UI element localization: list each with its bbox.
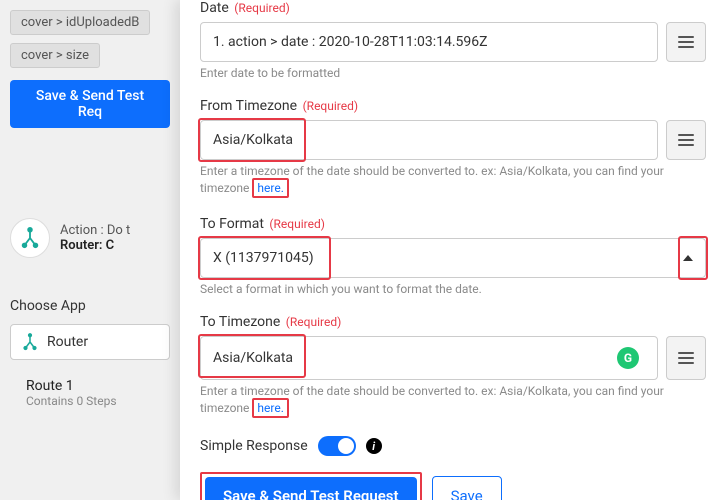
bg-action-text: Action : Do t Router: C <box>60 223 130 253</box>
from-tz-label-text: From Timezone <box>200 98 297 114</box>
simple-response-toggle[interactable] <box>318 436 356 456</box>
required-marker: (Required) <box>269 217 324 231</box>
save-send-test-button[interactable]: Save & Send Test Request <box>205 477 417 500</box>
route-item[interactable]: Route 1 Contains 0 Steps <box>10 378 170 408</box>
field-date: Date (Required) 1. action > date : 2020-… <box>200 0 706 80</box>
to-tz-help: Enter a timezone of the date should be c… <box>200 384 706 418</box>
from-tz-value: Asia/Kolkata <box>213 132 293 148</box>
router-icon <box>21 333 39 351</box>
config-panel: Date (Required) 1. action > date : 2020-… <box>180 0 726 500</box>
save-button[interactable]: Save <box>432 476 502 500</box>
required-marker: (Required) <box>286 315 341 329</box>
to-format-label-text: To Format <box>200 216 264 232</box>
date-menu-button[interactable] <box>666 22 706 62</box>
from-tz-label: From Timezone (Required) <box>200 98 706 114</box>
background-panel: cover > idUploadedB cover > size Save & … <box>0 0 180 500</box>
to-tz-label-text: To Timezone <box>200 314 280 330</box>
button-row: Save & Send Test Request Save <box>200 472 706 500</box>
route-sub: Contains 0 Steps <box>26 394 170 408</box>
date-label-text: Date <box>200 0 229 16</box>
from-tz-menu-button[interactable] <box>666 120 706 160</box>
date-value: 1. action > date : 2020-10-28T11:03:14.5… <box>213 34 488 50</box>
to-tz-value: Asia/Kolkata <box>213 350 293 366</box>
to-format-help: Select a format in which you want to for… <box>200 282 706 296</box>
from-tz-input[interactable]: Asia/Kolkata <box>200 120 658 160</box>
caret-up-icon <box>683 255 693 261</box>
required-marker: (Required) <box>234 1 289 15</box>
menu-icon <box>678 134 694 146</box>
required-marker: (Required) <box>303 99 358 113</box>
to-format-select[interactable]: X (1137971045) <box>200 238 706 278</box>
route-title: Route 1 <box>26 378 170 394</box>
to-format-label: To Format (Required) <box>200 216 706 232</box>
here-link-text: here. <box>252 398 288 418</box>
to-format-value: X (1137971045) <box>213 250 314 266</box>
info-icon[interactable]: i <box>366 438 382 454</box>
bg-action-title: Router: C <box>60 238 114 253</box>
field-to-timezone: To Timezone (Required) Asia/Kolkata G En… <box>200 314 706 418</box>
tag-cover-uploaded: cover > idUploadedB <box>10 10 150 35</box>
field-to-format: To Format (Required) X (1137971045) Sele… <box>200 216 706 296</box>
from-tz-help: Enter a timezone of the date should be c… <box>200 164 706 198</box>
choose-app-label: Choose App <box>10 298 170 314</box>
from-tz-here-link[interactable]: here. <box>252 181 288 195</box>
to-tz-menu-button[interactable] <box>666 336 706 380</box>
field-from-timezone: From Timezone (Required) Asia/Kolkata En… <box>200 98 706 198</box>
date-help: Enter date to be formatted <box>200 66 706 80</box>
bg-action-prefix: Action : Do t <box>60 223 130 238</box>
tag-cover-size: cover > size <box>10 43 100 68</box>
router-icon <box>10 218 50 258</box>
simple-response-row: Simple Response i <box>200 436 706 456</box>
menu-icon <box>678 352 694 364</box>
grammarly-badge-icon: G <box>617 347 639 369</box>
bg-action-header: Action : Do t Router: C <box>10 218 170 258</box>
to-tz-label: To Timezone (Required) <box>200 314 706 330</box>
date-input[interactable]: 1. action > date : 2020-10-28T11:03:14.5… <box>200 22 658 62</box>
bg-save-send-button[interactable]: Save & Send Test Req <box>10 80 170 128</box>
app-selector[interactable]: Router <box>10 324 170 360</box>
highlight-box: Save & Send Test Request <box>200 472 422 500</box>
app-name: Router <box>47 334 88 350</box>
here-link-text: here. <box>252 178 288 198</box>
date-label: Date (Required) <box>200 0 706 16</box>
simple-response-label: Simple Response <box>200 438 308 454</box>
menu-icon <box>678 36 694 48</box>
to-tz-input[interactable]: Asia/Kolkata G <box>200 336 658 380</box>
to-tz-here-link[interactable]: here. <box>252 401 288 415</box>
